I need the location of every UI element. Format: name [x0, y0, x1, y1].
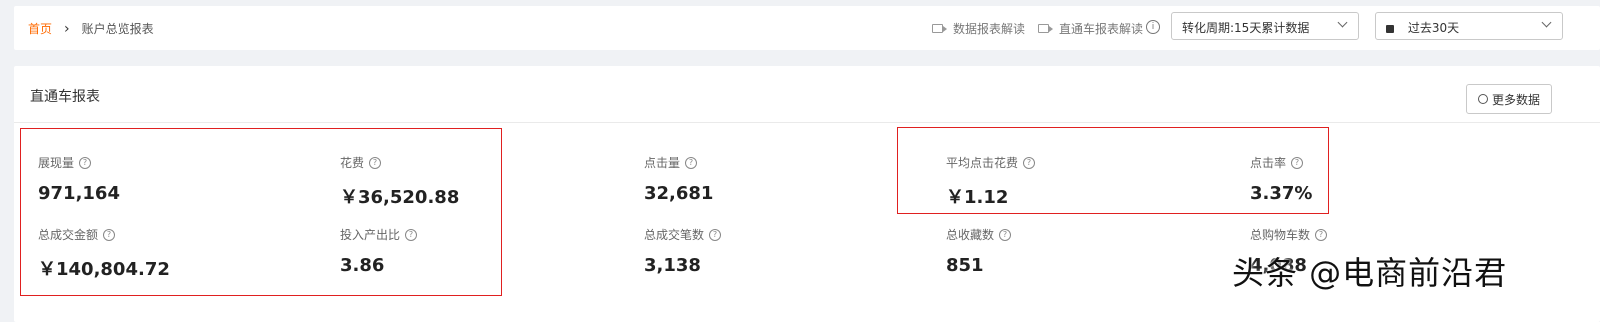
ztc-report-guide-link[interactable]: 直通车报表解读 — [1038, 20, 1143, 37]
breadcrumb: 首页 › 账户总览报表 — [28, 20, 154, 37]
metric-clicks[interactable]: 点击量? 32,681 — [644, 154, 713, 204]
help-icon[interactable]: ? — [1315, 228, 1328, 241]
metric-label: 总成交笔数 — [644, 228, 705, 242]
video-icon — [932, 24, 947, 33]
metric-label: 总收藏数 — [946, 228, 995, 242]
video-icon — [1038, 24, 1053, 33]
metric-value: 851 — [946, 255, 984, 276]
metric-label: 点击量 — [644, 156, 681, 170]
chevron-down-icon — [1541, 17, 1552, 28]
data-report-guide-label: 数据报表解读 — [953, 22, 1026, 36]
metric-total-orders[interactable]: 总成交笔数? 3,138 — [644, 226, 722, 276]
conversion-period-select[interactable]: 转化周期:15天累计数据 — [1171, 12, 1359, 40]
breadcrumb-current: 账户总览报表 — [81, 22, 154, 36]
data-report-guide-link[interactable]: 数据报表解读 — [932, 20, 1025, 37]
metric-value: 32,681 — [644, 183, 714, 204]
info-icon[interactable]: i — [1146, 20, 1160, 34]
highlight-box-right — [897, 127, 1329, 214]
date-range-value: 过去30天 — [1407, 21, 1460, 35]
date-range-select[interactable]: 过去30天 — [1375, 12, 1563, 40]
metric-label: 总购物车数 — [1250, 228, 1311, 242]
metric-value: 3,138 — [644, 255, 701, 276]
help-icon[interactable]: ? — [685, 156, 698, 169]
conversion-period-value: 转化周期:15天累计数据 — [1182, 21, 1310, 35]
top-bar: 首页 › 账户总览报表 数据报表解读 直通车报表解读 i 转化周期:15天累计数… — [14, 6, 1600, 50]
calendar-icon — [1386, 25, 1394, 33]
more-data-button[interactable]: 更多数据 — [1466, 84, 1552, 114]
help-icon[interactable]: ? — [999, 228, 1012, 241]
chevron-right-icon: › — [64, 20, 70, 37]
highlight-box-left — [20, 128, 502, 296]
watermark: 头条 @电商前沿君 — [1232, 254, 1508, 292]
chevron-down-icon — [1337, 17, 1348, 28]
ztc-report-guide-label: 直通车报表解读 — [1059, 22, 1144, 36]
metric-total-favorites[interactable]: 总收藏数? 851 — [946, 226, 1012, 276]
help-icon[interactable]: ? — [709, 228, 722, 241]
report-title: 直通车报表 — [30, 89, 100, 105]
breadcrumb-home-link[interactable]: 首页 — [28, 20, 52, 37]
more-data-label: 更多数据 — [1491, 92, 1540, 107]
divider — [14, 122, 1600, 123]
gear-icon — [1477, 94, 1488, 104]
